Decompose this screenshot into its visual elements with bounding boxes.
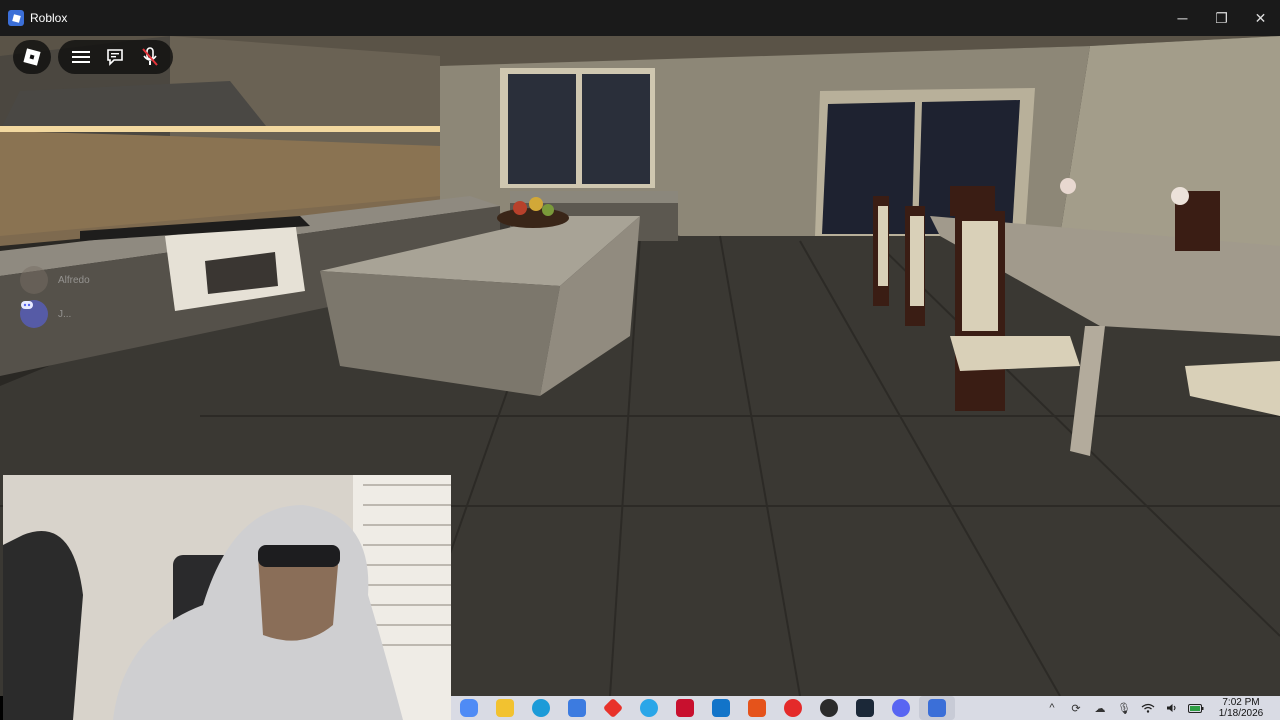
maximize-button[interactable]: ❐: [1202, 0, 1241, 36]
browser-icon[interactable]: [631, 696, 667, 720]
app-tile: [748, 699, 766, 717]
webcam-overlay: [3, 475, 451, 720]
discord-icon[interactable]: [883, 696, 919, 720]
battery-icon[interactable]: [1184, 696, 1208, 720]
avatar-icon: [20, 266, 48, 294]
app-tile: [676, 699, 694, 717]
mcafee-icon[interactable]: [667, 696, 703, 720]
chat-icon[interactable]: [100, 42, 130, 72]
app-tile: [602, 697, 624, 719]
clock[interactable]: 7:02 PM 1/18/2026: [1208, 697, 1274, 719]
app-tile: [496, 699, 514, 717]
hamburger-menu-icon[interactable]: [66, 42, 96, 72]
window-titlebar[interactable]: Roblox ─ ❐ ✕: [0, 0, 1280, 36]
sync-icon[interactable]: ⟳: [1064, 696, 1088, 720]
volume-icon[interactable]: [1160, 696, 1184, 720]
roblox-logo-icon[interactable]: [13, 40, 51, 74]
participant-name: J...: [58, 308, 72, 320]
roblox-icon[interactable]: [919, 696, 955, 720]
show-hidden-icons-chevron-icon[interactable]: ^: [1040, 696, 1064, 720]
webcam-feed: [3, 475, 451, 720]
cloud-icon[interactable]: ☁: [1088, 696, 1112, 720]
app-tile: [712, 699, 730, 717]
app-tile: [928, 699, 946, 717]
office-icon[interactable]: [739, 696, 775, 720]
red-app-icon[interactable]: [775, 696, 811, 720]
minimize-button[interactable]: ─: [1163, 0, 1202, 36]
copilot-icon[interactable]: [451, 696, 487, 720]
steam-icon[interactable]: [847, 696, 883, 720]
app-tile: [568, 699, 586, 717]
clock-date: 1/18/2026: [1218, 708, 1264, 719]
microsoft-store-icon[interactable]: [559, 696, 595, 720]
app-tile: [640, 699, 658, 717]
window-title: Roblox: [30, 11, 68, 25]
app-tile: [856, 699, 874, 717]
obs-icon[interactable]: [811, 696, 847, 720]
participant-name: Alfredo: [58, 274, 90, 286]
edge-icon[interactable]: [523, 696, 559, 720]
clock-time: 7:02 PM: [1222, 697, 1260, 708]
window-controls: ─ ❐ ✕: [1163, 0, 1280, 36]
voice-participant[interactable]: J...: [20, 300, 71, 328]
windows-taskbar: ^ ⟳ ☁ 🎙 7:02 PM 1/18/2026: [451, 696, 1280, 720]
roblox-topbar: [58, 40, 173, 74]
voice-participant[interactable]: Alfredo: [20, 266, 90, 294]
app-tile: [820, 699, 838, 717]
app-tile: [892, 699, 910, 717]
microphone-muted-icon[interactable]: [135, 42, 165, 72]
discord-icon: [20, 300, 48, 328]
system-tray: ^ ⟳ ☁ 🎙 7:02 PM 1/18/2026: [1040, 696, 1280, 720]
app-tile: [532, 699, 550, 717]
screen: Roblox ─ ❐ ✕ Alfredo J... ^ ⟳ ☁ 🎙 7:02 P…: [0, 0, 1280, 720]
outlook-icon[interactable]: [703, 696, 739, 720]
roblox-app-icon: [8, 10, 24, 26]
microphone-icon[interactable]: 🎙: [1112, 696, 1136, 720]
app-tile: [784, 699, 802, 717]
app-tile: [460, 699, 478, 717]
red-diamond-app-icon[interactable]: [595, 696, 631, 720]
file-explorer-icon[interactable]: [487, 696, 523, 720]
wifi-icon[interactable]: [1136, 696, 1160, 720]
close-button[interactable]: ✕: [1241, 0, 1280, 36]
